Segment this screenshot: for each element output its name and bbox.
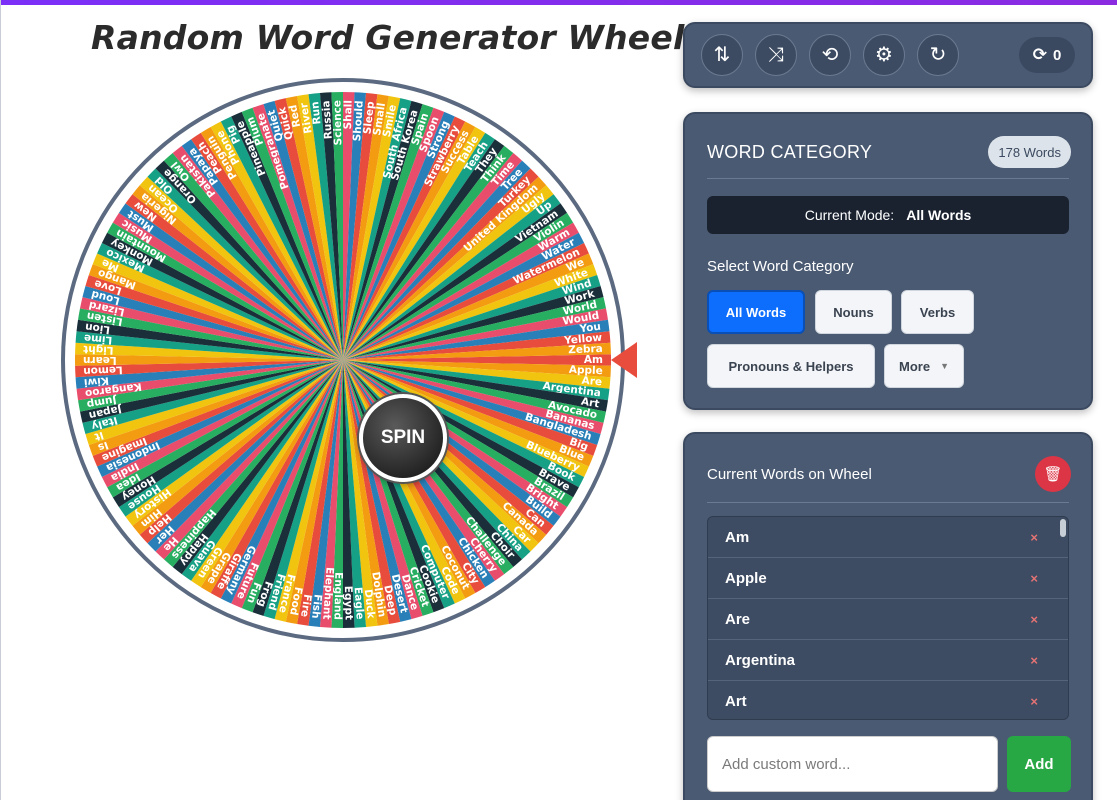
word-text: Are (725, 610, 751, 628)
word-text: Apple (725, 569, 767, 587)
remove-word-button[interactable]: × (1030, 653, 1038, 668)
word-text: Art (725, 692, 747, 710)
word-category-panel: WORD CATEGORY 178 Words Current Mode: Al… (683, 112, 1093, 410)
wheel-word: Zebra (568, 343, 603, 356)
divider (707, 178, 1069, 179)
spin-count: 0 (1052, 46, 1062, 64)
settings-button[interactable]: ⚙ (863, 34, 905, 76)
list-item: Argentina × (708, 640, 1068, 681)
divider (707, 502, 1069, 503)
wheel-segments: AmAppleAreArgentinaArtAvocadoBananasBang… (74, 92, 612, 628)
sort-icon: ⇅ (713, 44, 731, 66)
list-item: Am × (708, 517, 1068, 558)
spin-counter[interactable]: ⟳ 0 (1019, 37, 1075, 73)
gear-icon: ⚙ (875, 44, 893, 66)
word-wheel[interactable]: Am Apple Are Argentina Art Avocado Bananas Bang… (61, 78, 625, 642)
word-text: Am (725, 528, 750, 546)
wheel-svg[interactable]: AmAppleAreArgentinaArtAvocadoBananasBang… (61, 78, 625, 642)
more-label: More (899, 358, 931, 374)
list-item: Art × (708, 681, 1068, 719)
wheel-pointer (611, 342, 637, 378)
current-words-panel: Current Words on Wheel 🗑 Am × Apple × Ar… (683, 432, 1093, 800)
word-list[interactable]: Am × Apple × Are × Argentina × Art × (707, 516, 1069, 720)
reset-button[interactable]: ↻ (917, 34, 959, 76)
list-item: Apple × (708, 558, 1068, 599)
chip-pronouns-helpers[interactable]: Pronouns & Helpers (707, 344, 875, 388)
list-scrollbar[interactable] (1060, 519, 1066, 537)
top-accent-bar (1, 0, 1117, 5)
mode-value: All Words (906, 207, 972, 223)
chip-all-words[interactable]: All Words (707, 290, 805, 334)
clear-words-button[interactable]: 🗑 (1035, 456, 1071, 492)
remove-word-button[interactable]: × (1030, 530, 1038, 545)
words-heading: Current Words on Wheel (707, 466, 872, 483)
spin-button[interactable]: SPIN (359, 394, 447, 482)
sort-button[interactable]: ⇅ (701, 34, 743, 76)
shuffle-icon: ⤨ (768, 44, 784, 66)
mode-label: Current Mode: (804, 207, 895, 223)
add-word-button[interactable]: Add (1007, 736, 1071, 792)
remove-word-button[interactable]: × (1030, 694, 1038, 709)
chip-verbs[interactable]: Verbs (901, 290, 974, 334)
more-dropdown[interactable]: More ▼ (884, 344, 964, 388)
chevron-down-icon: ▼ (940, 361, 949, 371)
list-item: Are × (708, 599, 1068, 640)
current-mode-bar: Current Mode: All Words (707, 196, 1069, 234)
select-category-label: Select Word Category (707, 258, 854, 275)
refresh-icon: ⟳ (1032, 45, 1047, 64)
remove-word-button[interactable]: × (1030, 571, 1038, 586)
word-count-badge: 178 Words (988, 136, 1071, 168)
history-icon: ⟲ (821, 44, 839, 66)
remove-word-button[interactable]: × (1030, 612, 1038, 627)
trash-icon: 🗑 (1043, 466, 1063, 483)
add-word-input[interactable] (707, 736, 998, 792)
toolbar-panel: ⇅ ⤨ ⟲ ⚙ ↻ ⟳ 0 (683, 22, 1093, 88)
redo-icon: ↻ (929, 44, 947, 66)
shuffle-button[interactable]: ⤨ (755, 34, 797, 76)
category-heading: WORD CATEGORY (707, 142, 873, 162)
page-title: Random Word Generator Wheel (91, 18, 685, 57)
chip-nouns[interactable]: Nouns (815, 290, 892, 334)
word-text: Argentina (725, 651, 796, 669)
history-button[interactable]: ⟲ (809, 34, 851, 76)
